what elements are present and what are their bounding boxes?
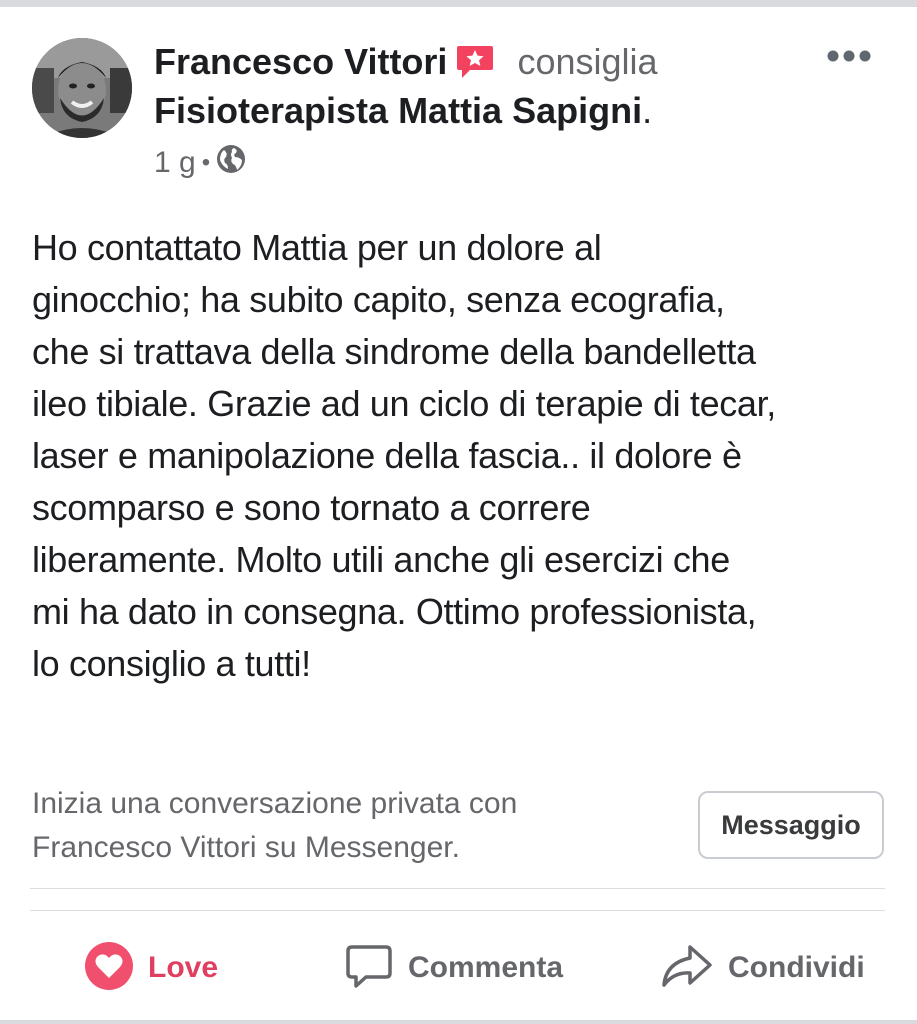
- comment-button[interactable]: Commenta: [344, 930, 563, 1006]
- post-timestamp[interactable]: 1 g: [154, 146, 196, 180]
- post-body-line: laser e manipolazione della fascia.. il …: [32, 435, 742, 476]
- author-name[interactable]: Francesco Vittori: [154, 41, 447, 83]
- post-body-line: mi ha dato in consegna. Ottimo professio…: [32, 591, 757, 632]
- post-body-line: liberamente. Molto utili anche gli eserc…: [32, 539, 730, 580]
- post-body-line: scomparso e sono tornato a correre: [32, 487, 591, 528]
- post-body-line: Ho contattato Mattia per un dolore al: [32, 227, 602, 268]
- heart-reaction-icon: [84, 941, 134, 996]
- share-button[interactable]: Condividi: [660, 930, 865, 1006]
- comment-label: Commenta: [408, 951, 564, 984]
- love-label: Love: [148, 951, 219, 984]
- recommendation-star-icon: [455, 42, 495, 82]
- love-button[interactable]: Love: [84, 930, 218, 1006]
- recommended-page-line: Fisioterapista Mattia Sapigni .: [154, 86, 652, 136]
- bottom-separator: [0, 1020, 917, 1024]
- messenger-prompt: Inizia una conversazione privata con Fra…: [32, 782, 652, 870]
- post-card: Francesco Vittori consiglia Fisioterapis…: [0, 0, 917, 1024]
- messenger-prompt-line2: Francesco Vittori su Messenger.: [32, 831, 460, 864]
- divider: [30, 888, 885, 889]
- message-button[interactable]: Messaggio: [698, 791, 884, 859]
- page-name-period: .: [642, 90, 653, 131]
- post-actions-bar: Love Commenta Condividi: [0, 930, 917, 1006]
- meta-separator: •: [201, 149, 211, 176]
- post-body-line: che si trattava della sindrome della ban…: [32, 331, 756, 372]
- post-body-line: ginocchio; ha subito capito, senza ecogr…: [32, 279, 725, 320]
- comment-bubble-icon: [344, 941, 394, 996]
- recommended-page-name[interactable]: Fisioterapista Mattia Sapigni: [154, 90, 642, 132]
- post-body-line: lo consiglio a tutti!: [32, 643, 311, 684]
- more-options-button[interactable]: [818, 36, 880, 76]
- author-avatar[interactable]: [32, 38, 132, 138]
- more-options-icon: [827, 50, 871, 62]
- post-body-text: Ho contattato Mattia per un dolore al gi…: [32, 222, 892, 690]
- globe-icon: [216, 144, 246, 182]
- recommend-verb: consiglia: [517, 41, 658, 82]
- post-body-line: ileo tibiale. Grazie ad un ciclo di tera…: [32, 383, 776, 424]
- top-separator: [0, 0, 917, 7]
- post-meta: 1 g •: [154, 143, 246, 183]
- post-header: Francesco Vittori consiglia: [154, 36, 658, 88]
- divider: [30, 910, 885, 911]
- share-arrow-icon: [660, 941, 714, 996]
- share-label: Condividi: [728, 951, 865, 984]
- messenger-prompt-line1: Inizia una conversazione privata con: [32, 787, 518, 820]
